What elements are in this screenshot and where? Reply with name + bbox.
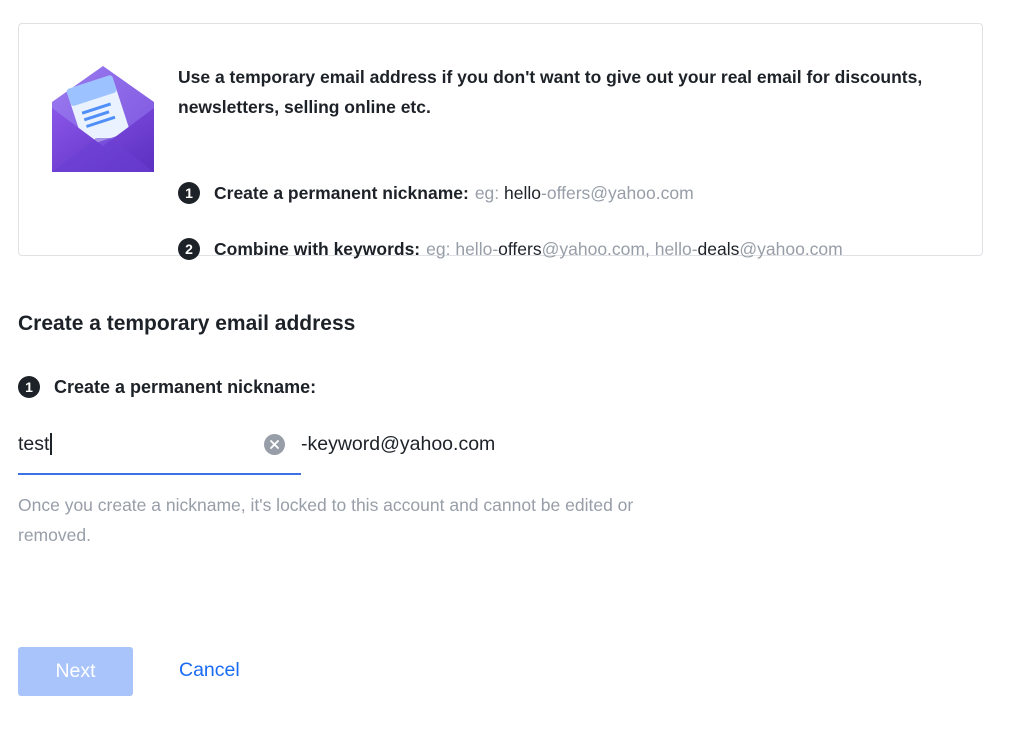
form-step-heading: 1 Create a permanent nickname: <box>18 376 316 398</box>
example-nickname: hello- <box>654 238 698 259</box>
example-domain: @yahoo.com, <box>541 238 650 259</box>
example-nickname: hello <box>504 182 542 203</box>
email-suffix: -keyword@yahoo.com <box>301 433 496 455</box>
step-label: Create a permanent nickname: <box>214 182 469 203</box>
step-number-badge: 2 <box>178 238 200 260</box>
example-nickname: hello- <box>455 238 499 259</box>
example-step-2: 2 Combine with keywords: eg: hello-offer… <box>178 238 843 260</box>
nickname-input-value[interactable]: test <box>18 433 49 456</box>
help-text: Once you create a nickname, it's locked … <box>18 495 634 545</box>
step-number-badge: 1 <box>18 376 40 398</box>
example-step-1: 1 Create a permanent nickname: eg: hello… <box>178 182 694 204</box>
example-keyword-domain: -offers@yahoo.com <box>541 182 694 203</box>
info-card: Use a temporary email address if you don… <box>18 23 983 260</box>
example-prefix: eg: <box>426 238 451 259</box>
form-step-label: Create a permanent nickname: <box>54 376 317 397</box>
info-text: Use a temporary email address if you don… <box>178 62 958 260</box>
example-keyword: deals <box>697 238 740 259</box>
nickname-input[interactable]: test <box>18 426 301 475</box>
example-domain: @yahoo.com <box>739 238 843 259</box>
page-title: Create a temporary email address <box>18 312 356 335</box>
clear-x-icon[interactable] <box>264 434 285 455</box>
step-number-badge: 1 <box>178 182 200 204</box>
step-label: Combine with keywords: <box>214 238 421 259</box>
next-button[interactable]: Next <box>18 647 133 696</box>
cancel-link[interactable]: Cancel <box>179 659 240 682</box>
envelope-letter-icon <box>52 66 154 172</box>
example-prefix: eg: <box>474 182 500 203</box>
info-intro: Use a temporary email address if you don… <box>178 67 923 117</box>
example-keyword: offers <box>498 238 542 259</box>
text-caret <box>50 433 52 455</box>
